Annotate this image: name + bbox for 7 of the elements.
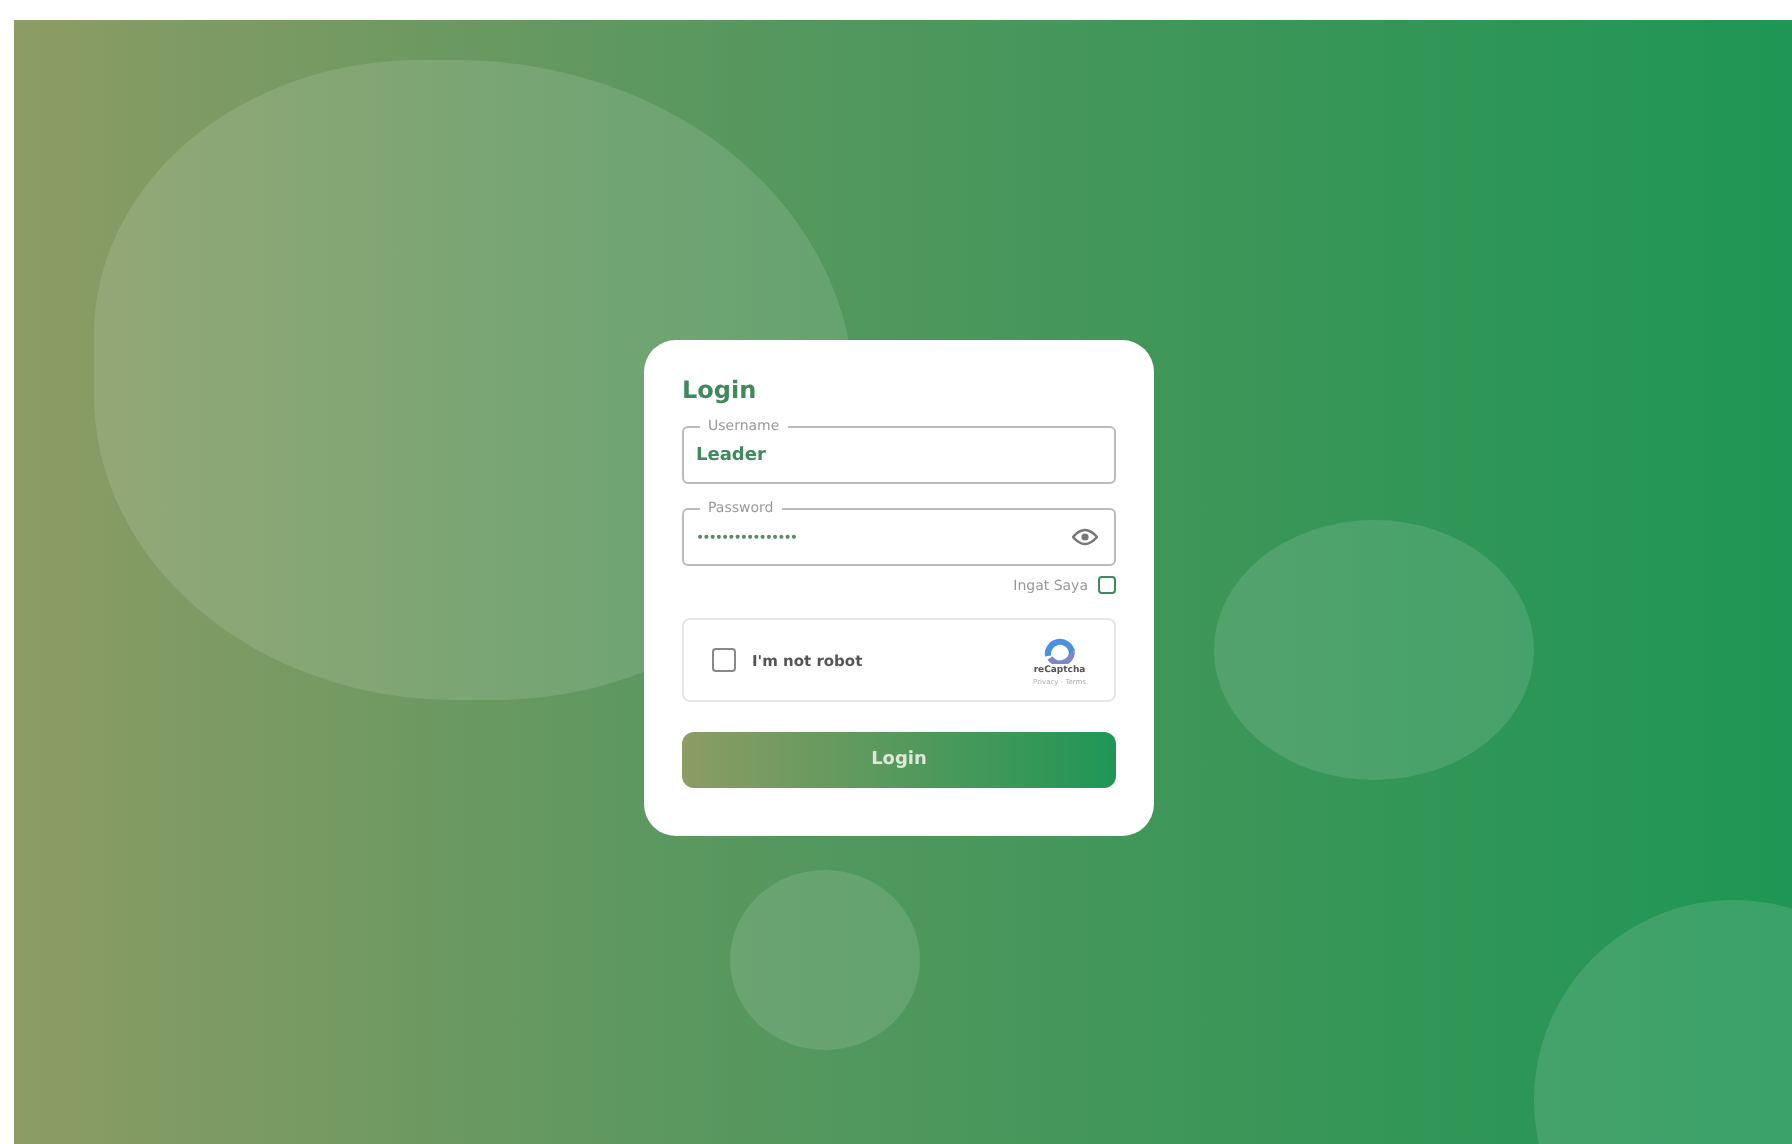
recaptcha-logo-icon bbox=[1043, 635, 1076, 663]
remember-me-checkbox[interactable] bbox=[1098, 576, 1116, 594]
login-button[interactable]: Login bbox=[682, 732, 1116, 788]
captcha-checkbox[interactable] bbox=[712, 648, 736, 672]
eye-icon[interactable] bbox=[1072, 528, 1098, 546]
username-value: Leader bbox=[696, 445, 768, 465]
login-title: Login bbox=[682, 376, 759, 404]
